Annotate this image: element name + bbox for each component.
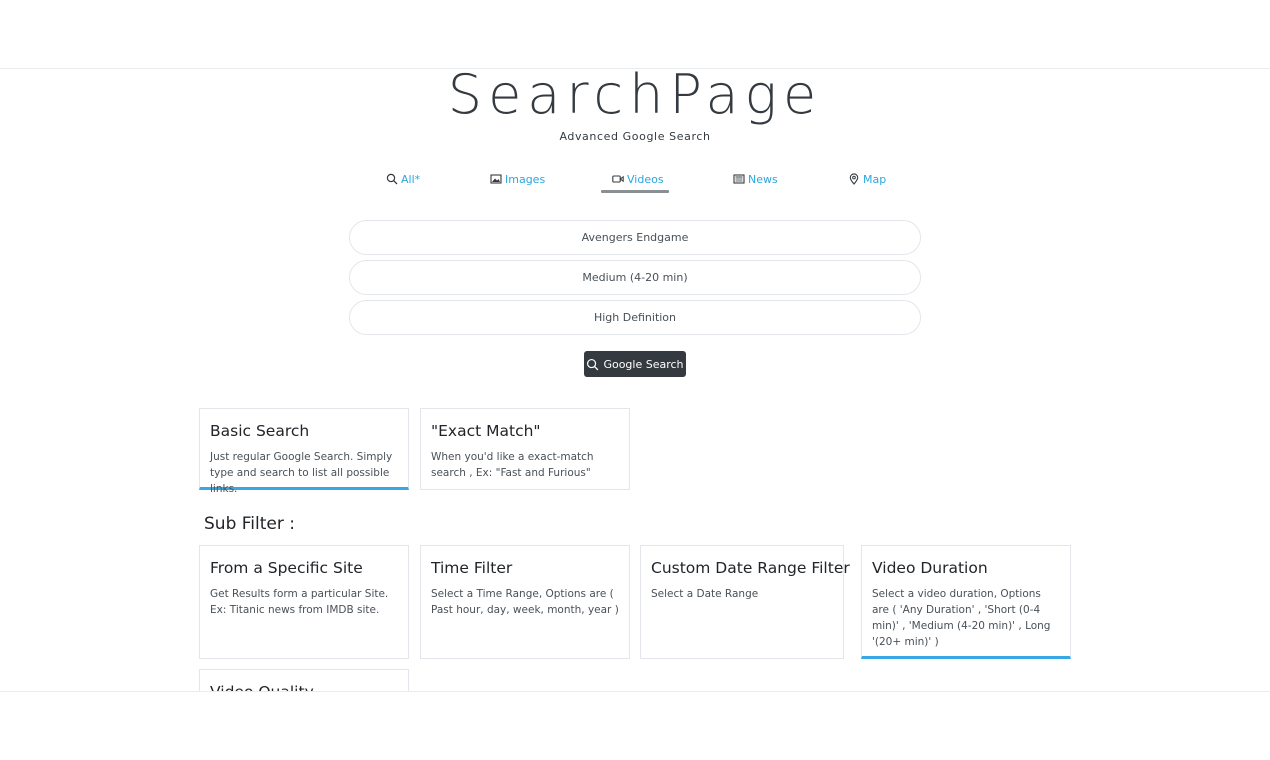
card-title: Basic Search — [210, 422, 310, 440]
tab-all-label: All* — [401, 172, 421, 186]
tab-all[interactable]: All* — [386, 166, 420, 192]
card-title: "Exact Match" — [431, 422, 541, 440]
video-duration-select[interactable]: Medium (4-20 min) — [349, 260, 921, 295]
card-text: Select a Time Range, Options are ( Past … — [431, 588, 619, 616]
search-icon — [587, 358, 599, 370]
custom-date-range-card[interactable]: Custom Date Range Filter Select a Date R… — [640, 545, 850, 659]
bottom-band — [0, 692, 1270, 760]
card-text: Select a Date Range — [651, 588, 759, 600]
specific-site-card[interactable]: From a Specific Site Get Results form a … — [199, 545, 409, 659]
top-band — [0, 0, 1270, 68]
tab-news[interactable]: News — [733, 166, 778, 192]
newspaper-icon — [733, 173, 745, 185]
card-title: Custom Date Range Filter — [651, 559, 850, 577]
active-tab-indicator — [601, 190, 669, 193]
card-text: Just regular Google Search. Simply type … — [210, 451, 393, 495]
search-icon — [386, 173, 398, 185]
page-viewport[interactable]: SearchPage Advanced Google Search All* I… — [0, 69, 1270, 691]
card-text: Select a video duration, Options are ( '… — [872, 588, 1051, 648]
card-title: Video Quality — [210, 682, 398, 691]
brand-title: SearchPage — [447, 69, 823, 126]
card-title: From a Specific Site — [210, 559, 363, 577]
tab-news-label: News — [748, 172, 778, 186]
sub-filter-heading: Sub Filter : — [204, 514, 295, 534]
exact-match-card[interactable]: "Exact Match" When you'd like a exact-ma… — [420, 408, 630, 490]
tab-map[interactable]: Map — [848, 166, 886, 192]
tab-videos-label: Videos — [627, 172, 664, 186]
tab-images-label: Images — [505, 172, 546, 186]
map-pin-icon — [848, 173, 860, 185]
time-filter-card[interactable]: Time Filter Select a Time Range, Options… — [420, 545, 630, 659]
card-text: When you'd like a exact-match search , E… — [431, 451, 594, 479]
card-title: Time Filter — [431, 559, 513, 577]
tab-images[interactable]: Images — [490, 166, 545, 192]
card-title: Video Duration — [872, 559, 988, 577]
brand-tagline: Advanced Google Search — [559, 130, 711, 143]
search-query-input[interactable] — [349, 220, 921, 255]
video-quality-card[interactable]: Video Quality — [199, 669, 409, 691]
video-quality-select[interactable]: High Definition — [349, 300, 921, 335]
video-duration-card[interactable]: Video Duration Select a video duration, … — [861, 545, 1071, 659]
google-search-button-label: Google Search — [603, 357, 684, 371]
basic-search-card[interactable]: Basic Search Just regular Google Search.… — [199, 408, 409, 495]
card-text: Get Results form a particular Site. Ex: … — [210, 588, 389, 616]
search-type-tabs: All* Images Videos News Map — [0, 166, 1270, 194]
video-icon — [612, 173, 624, 185]
google-search-button[interactable]: Google Search — [584, 351, 686, 377]
image-icon — [490, 173, 502, 185]
tab-map-label: Map — [863, 172, 887, 186]
tab-videos[interactable]: Videos — [612, 166, 664, 192]
